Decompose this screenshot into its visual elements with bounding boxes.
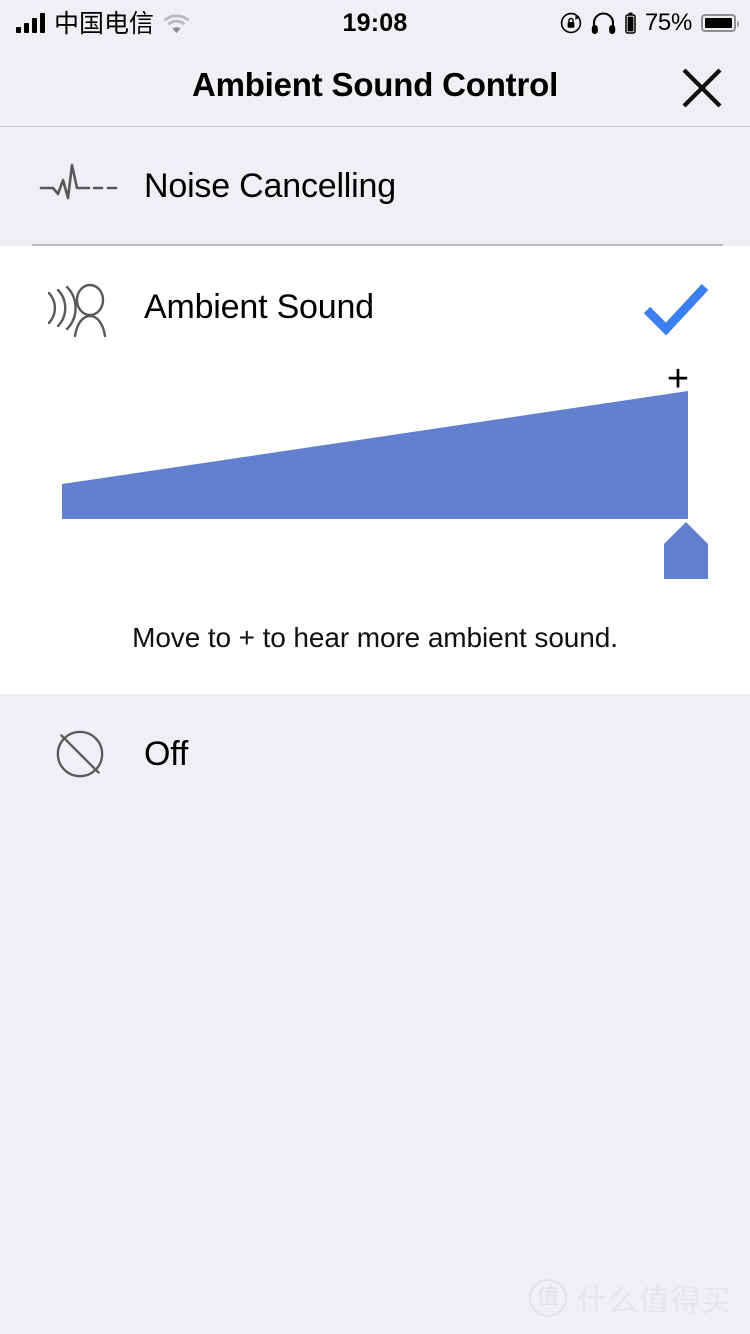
title-bar: Ambient Sound Control <box>0 46 750 126</box>
rotation-lock-icon <box>560 12 582 34</box>
close-icon <box>682 68 722 108</box>
wifi-icon <box>163 13 190 33</box>
battery-percent-label: 75% <box>644 9 692 36</box>
ambient-sound-selected-indicator <box>638 278 714 338</box>
headphones-icon <box>591 12 616 34</box>
cellular-signal-icon <box>16 13 45 33</box>
noise-cancelling-waveform-icon <box>32 158 128 214</box>
option-noise-cancelling[interactable]: Noise Cancelling <box>0 127 750 245</box>
status-bar: 中国电信 19:08 75% <box>0 0 750 46</box>
ambient-level-wedge[interactable] <box>62 391 688 519</box>
slider-thumb-pentagon <box>664 522 708 579</box>
option-off[interactable]: Off <box>0 694 750 814</box>
app-screen: 中国电信 19:08 75% Ambient Sound Control Noi… <box>0 0 750 1334</box>
close-button[interactable] <box>676 62 728 114</box>
check-icon <box>643 283 709 335</box>
watermark-logo: 值 <box>529 1279 567 1317</box>
battery-icon <box>701 14 739 32</box>
slider-hint-text: Move to + to hear more ambient sound. <box>132 622 618 653</box>
status-bar-left: 中国电信 <box>16 11 190 36</box>
option-label-off: Off <box>144 734 189 773</box>
option-ambient-sound[interactable]: Ambient Sound <box>0 246 750 369</box>
option-label-noise-cancelling: Noise Cancelling <box>144 166 396 205</box>
headphone-battery-icon <box>625 12 636 34</box>
ambient-sound-person-icon <box>32 277 128 339</box>
watermark-text: 什么值得买 <box>577 1284 732 1319</box>
status-bar-right: 75% <box>560 9 739 36</box>
off-slashed-circle-icon <box>32 723 128 785</box>
page-title: Ambient Sound Control <box>191 66 559 103</box>
slider-thumb[interactable] <box>664 522 708 579</box>
watermark: 值 什么值得买 <box>529 1276 732 1320</box>
carrier-label: 中国电信 <box>54 8 155 38</box>
option-label-ambient-sound: Ambient Sound <box>144 288 374 326</box>
